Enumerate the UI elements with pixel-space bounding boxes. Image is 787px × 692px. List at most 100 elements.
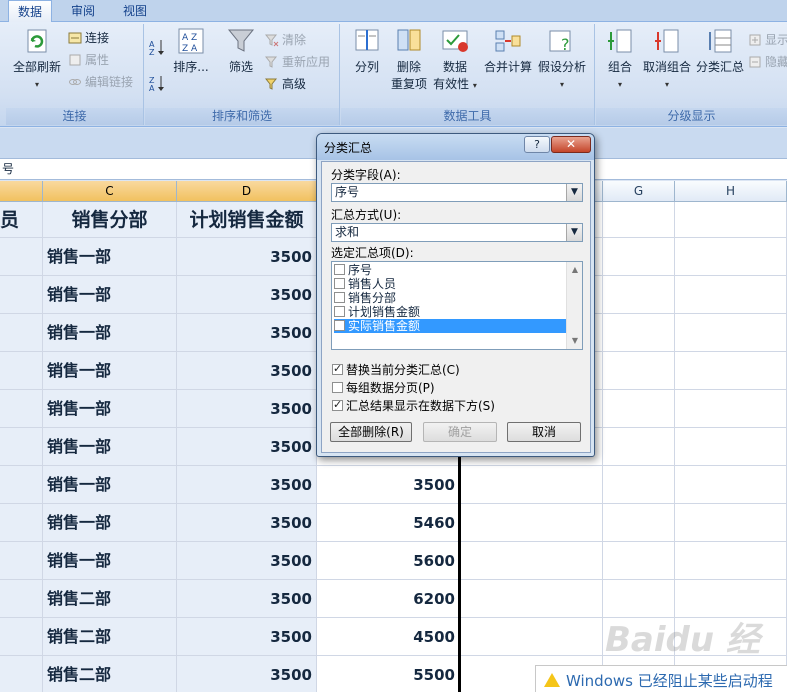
table-cell[interactable]: 销售一部 <box>43 504 177 542</box>
method-select[interactable]: 求和 ▼ <box>331 223 583 242</box>
table-cell[interactable]: 3500 <box>177 390 317 428</box>
refresh-all-button[interactable]: 全部刷新 ▾ <box>8 26 66 93</box>
table-cell[interactable] <box>603 390 675 428</box>
what-if-analysis-button[interactable]: ? 假设分析 ▾ <box>535 26 589 93</box>
table-cell[interactable] <box>603 504 675 542</box>
table-cell[interactable]: 3500 <box>177 352 317 390</box>
tab-review[interactable]: 审阅 <box>60 0 106 22</box>
list-item[interactable]: 销售人员 <box>334 277 566 291</box>
hide-detail-button[interactable]: 隐藏 <box>748 52 787 72</box>
column-header-c[interactable]: C <box>43 181 177 202</box>
table-cell[interactable]: 3500 <box>177 428 317 466</box>
checkbox[interactable] <box>334 320 345 331</box>
tab-data[interactable]: 数据 <box>8 0 52 23</box>
tab-view[interactable]: 视图 <box>112 0 158 22</box>
table-cell[interactable] <box>0 504 43 542</box>
checkbox[interactable] <box>334 306 345 317</box>
notification-bar[interactable]: Windows 已经阻止某些启动程 <box>535 665 787 692</box>
table-cell[interactable]: 销售二部 <box>43 618 177 656</box>
table-cell[interactable]: 3500 <box>177 618 317 656</box>
table-cell[interactable] <box>460 466 603 504</box>
table-cell[interactable]: 销售一部 <box>43 352 177 390</box>
table-cell[interactable] <box>603 352 675 390</box>
table-cell[interactable] <box>675 238 787 276</box>
group-button[interactable]: 组合 ▾ <box>602 26 638 93</box>
scroll-up-icon[interactable]: ▲ <box>567 262 582 278</box>
table-cell[interactable] <box>0 238 43 276</box>
table-cell[interactable] <box>460 580 603 618</box>
remove-duplicates-button[interactable]: 删除 重复项 <box>389 26 429 93</box>
table-cell[interactable]: 5460 <box>317 504 460 542</box>
table-cell[interactable]: 销售一部 <box>43 542 177 580</box>
table-cell[interactable] <box>675 314 787 352</box>
reapply-button[interactable]: 重新应用 <box>265 52 330 72</box>
header-cell[interactable] <box>603 202 675 238</box>
table-cell[interactable]: 销售一部 <box>43 428 177 466</box>
table-cell[interactable] <box>0 390 43 428</box>
table-cell[interactable]: 3500 <box>177 314 317 352</box>
table-cell[interactable] <box>460 542 603 580</box>
table-cell[interactable] <box>603 428 675 466</box>
table-cell[interactable]: 3500 <box>177 580 317 618</box>
filter-button[interactable]: 筛选 <box>221 26 261 76</box>
remove-all-button[interactable]: 全部删除(R) <box>330 422 412 442</box>
edit-links-button[interactable]: 编辑链接 <box>68 72 133 92</box>
header-cell[interactable]: 销售分部 <box>43 202 177 238</box>
checkbox[interactable] <box>334 264 345 275</box>
column-header-d[interactable]: D <box>177 181 317 202</box>
column-header-g[interactable]: G <box>603 181 675 202</box>
list-item[interactable]: 实际销售金额 <box>334 319 566 333</box>
table-cell[interactable] <box>603 542 675 580</box>
table-cell[interactable]: 销售一部 <box>43 466 177 504</box>
table-cell[interactable]: 销售一部 <box>43 276 177 314</box>
table-cell[interactable]: 4500 <box>317 618 460 656</box>
table-cell[interactable]: 3500 <box>177 466 317 504</box>
header-cell[interactable] <box>675 202 787 238</box>
table-cell[interactable] <box>603 238 675 276</box>
clear-filter-button[interactable]: 清除 <box>265 30 306 50</box>
table-cell[interactable]: 3500 <box>177 542 317 580</box>
table-cell[interactable]: 销售二部 <box>43 656 177 692</box>
table-cell[interactable] <box>603 276 675 314</box>
chevron-down-icon[interactable]: ▼ <box>566 224 582 241</box>
items-listbox[interactable]: 序号 销售人员 销售分部 计划销售金额 实际销售金额 ▲ ▼ <box>331 261 583 350</box>
cancel-button[interactable]: 取消 <box>507 422 581 442</box>
close-button[interactable]: ✕ <box>551 136 591 153</box>
table-cell[interactable]: 销售一部 <box>43 390 177 428</box>
table-cell[interactable] <box>0 580 43 618</box>
table-cell[interactable] <box>675 390 787 428</box>
properties-button[interactable]: 属性 <box>68 50 109 70</box>
dialog-title-bar[interactable]: 分类汇总 ? ✕ <box>317 134 594 160</box>
checkbox[interactable] <box>332 398 343 411</box>
header-cell[interactable]: 计划销售金额 <box>177 202 317 238</box>
list-item[interactable]: 序号 <box>334 263 566 277</box>
field-select[interactable]: 序号 ▼ <box>331 183 583 202</box>
list-item[interactable]: 计划销售金额 <box>334 305 566 319</box>
table-cell[interactable] <box>603 466 675 504</box>
scrollbar[interactable]: ▲ ▼ <box>566 262 582 349</box>
table-cell[interactable]: 3500 <box>177 504 317 542</box>
chevron-down-icon[interactable]: ▼ <box>566 184 582 201</box>
data-validation-button[interactable]: 数据 有效性 ▾ <box>433 26 477 94</box>
table-cell[interactable] <box>675 504 787 542</box>
checkbox[interactable] <box>332 382 343 393</box>
show-detail-button[interactable]: 显示 <box>748 30 787 50</box>
table-cell[interactable] <box>675 428 787 466</box>
table-cell[interactable]: 销售二部 <box>43 580 177 618</box>
option-checkbox[interactable]: 替换当前分类汇总(C) <box>332 361 460 378</box>
list-item[interactable]: 销售分部 <box>334 291 566 305</box>
header-cell[interactable]: 员 <box>0 202 43 238</box>
ungroup-button[interactable]: 取消组合 ▾ <box>640 26 694 93</box>
option-checkbox[interactable]: 汇总结果显示在数据下方(S) <box>332 397 495 414</box>
table-cell[interactable] <box>603 314 675 352</box>
table-cell[interactable] <box>675 276 787 314</box>
column-header-b[interactable] <box>0 181 43 202</box>
ok-button[interactable]: 确定 <box>423 422 497 442</box>
checkbox[interactable] <box>334 278 345 289</box>
table-cell[interactable] <box>0 618 43 656</box>
table-cell[interactable] <box>0 656 43 692</box>
table-cell[interactable]: 3500 <box>177 656 317 692</box>
table-cell[interactable] <box>0 542 43 580</box>
scroll-down-icon[interactable]: ▼ <box>567 333 582 349</box>
table-cell[interactable]: 5500 <box>317 656 460 692</box>
